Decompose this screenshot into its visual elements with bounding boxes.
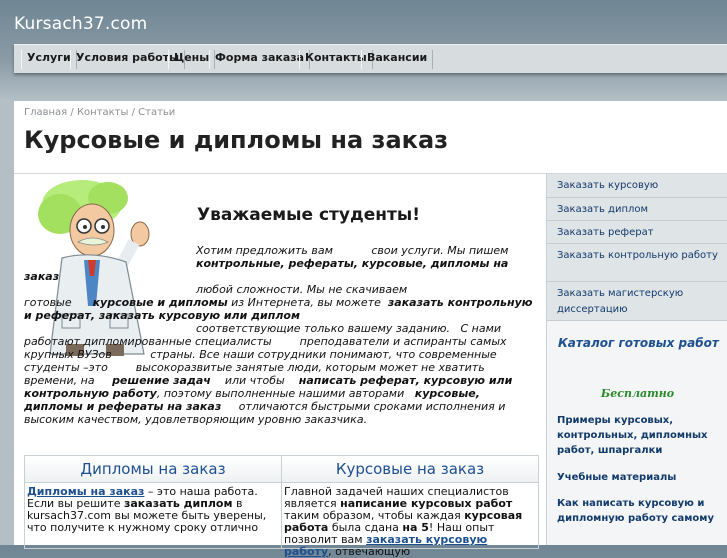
greeting-heading: Уважаемые студенты! — [197, 205, 420, 225]
breadcrumb-home[interactable]: Главная — [24, 107, 67, 118]
intro-text-part: соответствующие только вашему заданию. — [196, 322, 450, 335]
content-panel: Главная / Контакты / Статьи Курсовые и д… — [14, 101, 727, 558]
nav-item-services[interactable]: Услуги — [21, 50, 77, 69]
breadcrumb-sep: / — [128, 107, 139, 118]
intro-text-part: или чтобы — [224, 374, 285, 387]
intro-text-part: свои услуги. Мы пишем — [371, 244, 509, 257]
page-title: Курсовые и дипломы на заказ — [24, 126, 449, 154]
coursework-column: Курсовые на заказ Главной задачей наших … — [282, 456, 538, 558]
coursework-heading: Курсовые на заказ — [282, 456, 538, 483]
breadcrumb: Главная / Контакты / Статьи — [24, 107, 175, 118]
intro-text-part: , поэтому выполненные нашими авторами — [156, 387, 405, 400]
breadcrumb-articles[interactable]: Статьи — [138, 107, 175, 118]
main-content: Уважаемые студенты! Хотим предложить вам… — [14, 174, 546, 558]
intro-bold: решение задач — [112, 374, 211, 387]
sidebar-item-order-coursework[interactable]: Заказать курсовую — [547, 174, 727, 198]
how-to-write-link[interactable]: Как написать курсовую и дипломную работу… — [557, 496, 722, 526]
intro-text-part: Хотим предложить вам — [196, 244, 333, 257]
sidebar-item-order-essay[interactable]: Заказать реферат — [547, 221, 727, 244]
sidebar: Заказать курсовую Заказать диплом Заказа… — [546, 174, 727, 545]
nav-item-order-form[interactable]: Форма заказа — [209, 50, 311, 69]
sidebar-item-order-test[interactable]: Заказать контрольную работу — [547, 244, 727, 282]
coursework-text: Главной задачей наших специалистов являе… — [282, 483, 538, 558]
breadcrumb-contacts[interactable]: Контакты — [77, 107, 128, 118]
site-title[interactable]: Kursach37.com — [14, 14, 147, 34]
intro-text-part: из Интернета, вы можете — [231, 296, 381, 309]
intro-text: Хотим предложить вам свои услуги. Мы пиш… — [24, 244, 536, 426]
diplomas-heading: Дипломы на заказ — [25, 456, 281, 483]
sidebar-item-order-diploma[interactable]: Заказать диплом — [547, 198, 727, 221]
examples-link[interactable]: Примеры курсовых, контрольных, дипломных… — [557, 413, 722, 458]
diplomas-text: Дипломы на заказ – это наша работа. Если… — [25, 483, 281, 534]
catalog-link[interactable]: Каталог готовых работ — [558, 336, 719, 350]
sidebar-item-order-master-thesis[interactable]: Заказать магистерскую диссертацию — [547, 282, 727, 321]
diplomas-column: Дипломы на заказ Дипломы на заказ – это … — [25, 456, 282, 548]
info-columns: Дипломы на заказ Дипломы на заказ – это … — [24, 455, 539, 558]
free-heading: Бесплатно — [600, 387, 675, 400]
breadcrumb-sep: / — [67, 107, 77, 118]
coursework-text-part: , отвечающую — [328, 545, 411, 558]
nav-item-vacancies[interactable]: Вакансии — [361, 50, 434, 69]
main-nav: Услуги Условия работы Цены Форма заказа … — [14, 44, 727, 73]
study-materials-link[interactable]: Учебные материалы — [557, 470, 722, 485]
intro-bold: контрольные, рефераты, курсовые, дипломы… — [24, 257, 509, 283]
intro-bold: курсовые и дипломы — [92, 296, 228, 309]
